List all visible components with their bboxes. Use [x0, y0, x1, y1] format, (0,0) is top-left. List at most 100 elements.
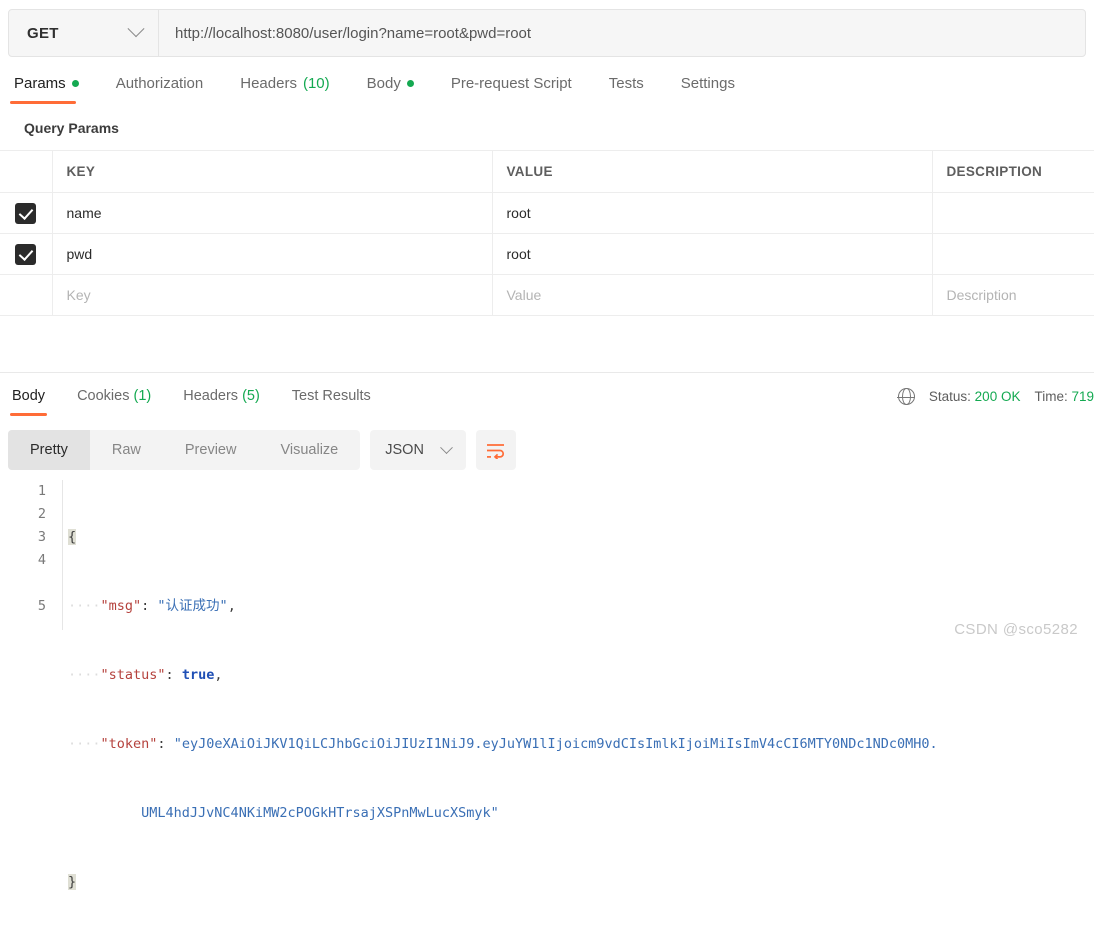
tab-settings[interactable]: Settings [677, 72, 750, 104]
tab-settings-label: Settings [681, 75, 735, 92]
json-line-4: ····"token": "eyJ0eXAiOiJKV1QiLCJhbGciOi… [68, 733, 1094, 756]
panel-divider [0, 372, 1094, 373]
param-description-cell[interactable] [932, 193, 1094, 234]
json-colon: : [166, 667, 182, 683]
response-tab-test-results-label: Test Results [292, 388, 371, 404]
json-value-token-part1: "eyJ0eXAiOiJKV1QiLCJhbGciOiJIUzI1NiJ9.ey… [174, 736, 938, 752]
query-params-title: Query Params [24, 120, 119, 136]
watermark: CSDN @sco5282 [954, 621, 1078, 638]
response-tabs: Body Cookies (1) Headers (5) Test Result… [10, 386, 401, 416]
response-tab-headers[interactable]: Headers (5) [181, 386, 262, 416]
tab-body[interactable]: Body [363, 72, 429, 104]
time-group: Time: 719 [1034, 389, 1094, 404]
view-pretty-button[interactable]: Pretty [8, 430, 90, 470]
indent-guide: ···· [68, 598, 101, 614]
status-label: Status: [929, 389, 971, 404]
tab-authorization[interactable]: Authorization [112, 72, 219, 104]
line-number: 5 [0, 595, 46, 618]
status-group: Status: 200 OK [929, 389, 1021, 404]
globe-icon [898, 388, 915, 405]
response-format-label: JSON [385, 442, 424, 458]
json-colon: : [157, 736, 173, 752]
json-open-brace: { [68, 529, 76, 545]
tab-headers[interactable]: Headers (10) [236, 72, 344, 104]
url-input[interactable]: http://localhost:8080/user/login?name=ro… [159, 10, 1085, 56]
request-tabs: Params Authorization Headers (10) Body P… [10, 72, 1090, 106]
row-checkbox-cell[interactable] [0, 193, 52, 234]
json-colon: : [141, 598, 157, 614]
body-dot-icon [407, 80, 414, 87]
column-header-value: VALUE [492, 151, 932, 193]
json-key-msg: "msg" [101, 598, 142, 614]
tab-tests-label: Tests [609, 75, 644, 92]
tab-pre-request-script[interactable]: Pre-request Script [447, 72, 587, 104]
json-value-status: true [182, 667, 215, 683]
json-value-token-part2: UML4hdJJvNC4NKiMW2cPOGkHTrsajXSPnMwLucXS… [141, 805, 499, 821]
response-tab-cookies[interactable]: Cookies (1) [75, 386, 153, 416]
new-param-description-input[interactable]: Description [932, 275, 1094, 316]
json-comma: , [214, 667, 222, 683]
view-preview-button[interactable]: Preview [163, 430, 259, 470]
time-label: Time: [1034, 389, 1067, 404]
line-number: 2 [0, 503, 46, 526]
tab-pre-request-script-label: Pre-request Script [451, 75, 572, 92]
table-row: pwd root [0, 234, 1094, 275]
response-tab-headers-label: Headers [183, 388, 238, 404]
row-checkbox-cell[interactable] [0, 234, 52, 275]
response-status-strip: Status: 200 OK Time: 719 [898, 388, 1094, 405]
param-key-cell[interactable]: name [52, 193, 492, 234]
param-key-cell[interactable]: pwd [52, 234, 492, 275]
indent-guide: ···· [68, 736, 101, 752]
json-code-area[interactable]: { ····"msg": "认证成功", ····"status": true,… [62, 480, 1094, 630]
tab-headers-count: (10) [303, 75, 330, 92]
tab-headers-label: Headers [240, 75, 297, 92]
chevron-down-icon [128, 20, 145, 37]
indent-guide: ···· [68, 667, 101, 683]
tab-params-label: Params [14, 75, 66, 92]
view-visualize-button[interactable]: Visualize [258, 430, 360, 470]
http-method-select[interactable]: GET [9, 10, 159, 56]
param-description-cell[interactable] [932, 234, 1094, 275]
param-value-cell[interactable]: root [492, 193, 932, 234]
time-value: 719 [1071, 389, 1094, 404]
tab-params[interactable]: Params [10, 72, 94, 104]
table-row-new: Key Value Description [0, 275, 1094, 316]
response-tab-headers-count: (5) [242, 388, 260, 404]
new-row-checkbox-cell [0, 275, 52, 316]
json-line-5: } [68, 871, 1094, 894]
response-tab-body[interactable]: Body [10, 386, 47, 416]
json-close-brace: } [68, 874, 76, 890]
response-view-controls: Pretty Raw Preview Visualize JSON [8, 430, 516, 470]
param-value-cell[interactable]: root [492, 234, 932, 275]
tab-body-label: Body [367, 75, 401, 92]
response-tab-test-results[interactable]: Test Results [290, 386, 373, 416]
tab-authorization-label: Authorization [116, 75, 204, 92]
json-line-1: { [68, 526, 1094, 549]
wrap-lines-icon [486, 442, 505, 459]
json-line-4-continued: UML4hdJJvNC4NKiMW2cPOGkHTrsajXSPnMwLucXS… [68, 802, 1094, 825]
json-line-2: ····"msg": "认证成功", [68, 595, 1094, 618]
line-number: 4 [0, 549, 46, 572]
json-key-token: "token" [101, 736, 158, 752]
response-view-segmented: Pretty Raw Preview Visualize [8, 430, 360, 470]
checkbox-checked-icon[interactable] [15, 244, 36, 265]
table-header-row: KEY VALUE DESCRIPTION [0, 151, 1094, 193]
view-raw-button[interactable]: Raw [90, 430, 163, 470]
json-comma: , [228, 598, 236, 614]
tab-tests[interactable]: Tests [605, 72, 659, 104]
query-params-table: KEY VALUE DESCRIPTION name root pwd root… [0, 150, 1094, 316]
table-row: name root [0, 193, 1094, 234]
response-body-viewer[interactable]: 1 2 3 4 5 { ····"msg": "认证成功", ····"stat… [0, 480, 1094, 630]
wrap-lines-button[interactable] [476, 430, 516, 470]
checkbox-checked-icon[interactable] [15, 203, 36, 224]
response-format-select[interactable]: JSON [370, 430, 466, 470]
new-param-key-input[interactable]: Key [52, 275, 492, 316]
response-tab-cookies-count: (1) [133, 388, 151, 404]
new-param-value-input[interactable]: Value [492, 275, 932, 316]
json-value-msg: "认证成功" [157, 598, 227, 614]
http-method-label: GET [27, 25, 59, 42]
response-tab-cookies-label: Cookies [77, 388, 129, 404]
json-key-status: "status" [101, 667, 166, 683]
select-all-cell [0, 151, 52, 193]
column-header-key: KEY [52, 151, 492, 193]
